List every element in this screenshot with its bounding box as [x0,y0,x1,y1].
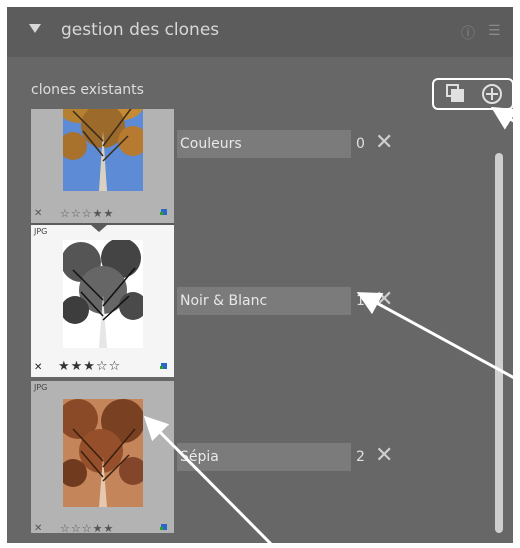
clone-name-field[interactable]: Couleurs [177,130,351,158]
x-icon[interactable]: ✕ [375,442,393,470]
clone-number: 2 [356,449,365,465]
tree-color-photo [63,109,143,191]
reset-icon[interactable]: ⓘ [461,23,475,43]
rating-row: ✕ ☆☆☆★★ [34,522,171,535]
clone-thumbnail-noir-blanc[interactable]: JPG ✕ ★★★☆☆ [31,225,174,377]
star-rating[interactable]: ☆☆☆★★ [60,207,114,220]
clone-number: 1 [356,293,365,309]
duplicate-icon[interactable] [445,83,465,109]
clone-manager-panel: gestion des clones ⓘ ☰ clones existants [4,4,516,546]
color-label-icon [160,212,163,215]
clone-name-field[interactable]: Noir & Blanc [177,287,351,315]
hamburger-menu-icon[interactable]: ☰ [488,23,501,39]
module-title: gestion des clones [61,20,220,40]
x-icon[interactable]: ✕ [375,286,393,314]
clone-name-field[interactable]: Sépia [177,443,351,471]
module-header[interactable]: gestion des clones ⓘ ☰ [7,7,513,57]
color-label-icon [160,366,163,369]
star-rating[interactable]: ★★★☆☆ [58,359,121,374]
clone-action-buttons [432,78,513,111]
triangle-down-icon[interactable] [29,24,41,33]
scrollbar[interactable] [495,153,503,533]
add-circle-icon[interactable] [481,83,503,111]
star-rating[interactable]: ☆☆☆★★ [60,522,114,535]
selection-marker [91,225,107,232]
section-label: clones existants [31,82,144,98]
reject-x-icon[interactable]: ✕ [34,208,42,219]
clone-number: 0 [356,136,365,152]
rating-row: ✕ ☆☆☆★★ [34,207,171,220]
clone-thumbnail-sepia[interactable]: JPG ✕ ☆☆☆★★ [31,381,174,535]
rating-row: ✕ ★★★☆☆ [34,359,171,374]
clone-thumbnail-strip[interactable]: ✕ ☆☆☆★★ JPG ✕ ★★★☆☆ JPG ✕ ☆☆☆★★ [31,109,174,537]
color-label-icon [160,527,163,530]
tree-sepia-photo [63,399,143,507]
clone-thumbnail-couleurs[interactable]: ✕ ☆☆☆★★ [31,109,174,223]
x-icon[interactable]: ✕ [375,129,393,157]
reject-x-icon[interactable]: ✕ [34,523,42,534]
format-label: JPG [34,227,48,236]
reject-x-icon[interactable]: ✕ [34,362,42,373]
tree-bw-photo [63,240,143,348]
format-label: JPG [34,383,48,392]
